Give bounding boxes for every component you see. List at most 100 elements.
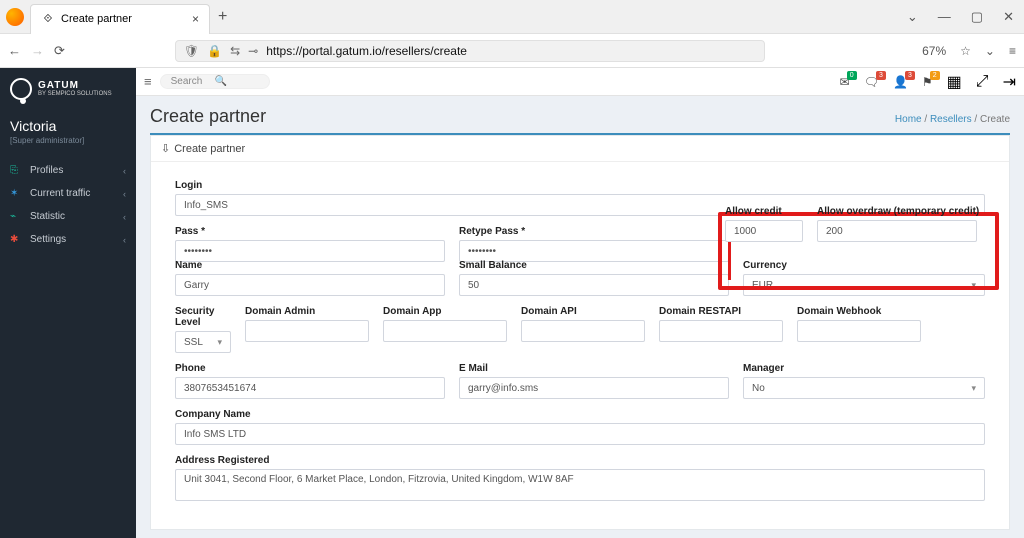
zoom-level[interactable]: 67%	[922, 44, 946, 58]
manager-select[interactable]: No	[743, 377, 985, 399]
smallbal-label: Small Balance	[459, 260, 729, 271]
company-label: Company Name	[175, 409, 985, 420]
security-label: Security Level	[175, 306, 231, 328]
sidebar-item-statistic[interactable]: ⌁ Statistic ‹	[0, 205, 136, 228]
toggle-icon: ⇆	[230, 44, 240, 58]
key-icon: ⊸	[248, 44, 258, 58]
chevron-left-icon: ‹	[123, 166, 126, 176]
domain-rest-label: Domain RESTAPI	[659, 306, 783, 317]
page-title: Create partner	[150, 106, 266, 127]
toolbar: ← → ⟳ 🛡 🔒 ⇆ ⊸ https://portal.gatum.io/re…	[0, 34, 1024, 68]
domain-api-label: Domain API	[521, 306, 645, 317]
domain-rest-input[interactable]	[659, 320, 783, 342]
manager-label: Manager	[743, 363, 985, 374]
crumb-resellers[interactable]: Resellers	[930, 114, 972, 125]
chevron-left-icon: ‹	[123, 235, 126, 245]
search-icon: 🔍	[215, 76, 259, 87]
address-bar[interactable]: 🛡 🔒 ⇆ ⊸ https://portal.gatum.io/reseller…	[175, 40, 765, 62]
chevron-left-icon: ‹	[123, 189, 126, 199]
tab-title: Create partner	[61, 13, 132, 25]
repass-input[interactable]: ••••••••	[459, 240, 729, 262]
tabs-dropdown-icon[interactable]: ⌄	[907, 9, 918, 25]
sidebar-item-profiles[interactable]: ⎘ Profiles ‹	[0, 159, 136, 182]
security-select[interactable]: SSL	[175, 331, 231, 353]
domain-webhook-label: Domain Webhook	[797, 306, 921, 317]
expand-icon[interactable]: ⤢	[976, 73, 989, 91]
domain-api-input[interactable]	[521, 320, 645, 342]
credit-input[interactable]: 1000	[725, 220, 803, 242]
lang-icon[interactable]: ▦	[947, 72, 962, 92]
brand: GATUM BY SEMPICO SOLUTIONS	[0, 68, 136, 106]
sidebar-role: [Super administrator]	[0, 136, 136, 159]
notif-envelope-icon[interactable]: ✉0	[840, 75, 850, 89]
email-label: E Mail	[459, 363, 729, 374]
sidebar-item-label: Settings	[30, 234, 66, 245]
currency-select[interactable]: EUR	[743, 274, 985, 296]
address-label: Address Registered	[175, 455, 985, 466]
page-header: Create partner Home / Resellers / Create	[136, 96, 1024, 133]
window-maximize[interactable]: ▢	[971, 9, 983, 25]
nav-back-icon[interactable]: ←	[8, 43, 21, 58]
new-tab-button[interactable]: +	[218, 8, 227, 26]
sidebar-item-settings[interactable]: ✱ Settings ‹	[0, 228, 136, 251]
url-text: https://portal.gatum.io/resellers/create	[266, 44, 467, 58]
bookmark-icon[interactable]: ☆	[960, 44, 971, 58]
domain-app-label: Domain App	[383, 306, 507, 317]
form-box: ⇩ Create partner Login Info_SMS Pass * •…	[150, 135, 1010, 530]
logout-icon[interactable]: ⇥	[1003, 72, 1016, 92]
brand-logo-icon	[10, 78, 32, 100]
notif-user-icon[interactable]: 👤3	[893, 75, 908, 89]
credit-label: Allow credit	[725, 206, 803, 217]
smallbal-input[interactable]: 50	[459, 274, 729, 296]
main: ≡ Search 🔍 ✉0 🗨3 👤3 ⚑2 ▦ ⤢ ⇥ Create part…	[136, 68, 1024, 538]
notif-chat-icon[interactable]: 🗨3	[864, 75, 879, 89]
download-icon: ⇩	[161, 142, 170, 155]
company-input[interactable]: Info SMS LTD	[175, 423, 985, 445]
name-input[interactable]: Garry	[175, 274, 445, 296]
domain-admin-input[interactable]	[245, 320, 369, 342]
chart-icon: ⌁	[10, 211, 24, 222]
browser-tab[interactable]: ⟐ Create partner ×	[30, 4, 210, 34]
brand-subtitle: BY SEMPICO SOLUTIONS	[38, 91, 112, 97]
sidebar-item-label: Statistic	[30, 211, 65, 222]
window-minimize[interactable]: ―	[938, 9, 951, 25]
pass-input[interactable]: ••••••••	[175, 240, 445, 262]
sidebar-item-label: Profiles	[30, 165, 63, 176]
sidebar: GATUM BY SEMPICO SOLUTIONS Victoria [Sup…	[0, 68, 136, 538]
sidebar-menu: ⎘ Profiles ‹ ✶ Current traffic ‹ ⌁ Stati…	[0, 159, 136, 251]
crumb-current: Create	[980, 114, 1010, 125]
address-textarea[interactable]: Unit 3041, Second Floor, 6 Market Place,…	[175, 469, 985, 501]
email-input[interactable]: garry@info.sms	[459, 377, 729, 399]
gear-icon: ✱	[10, 234, 24, 245]
form-body: Login Info_SMS Pass * •••••••• Retype Pa…	[151, 162, 1009, 529]
window-close[interactable]: ✕	[1003, 9, 1014, 25]
browser-chrome: ⟐ Create partner × + ⌄ ― ▢ ✕ ← → ⟳ 🛡 🔒 ⇆…	[0, 0, 1024, 68]
domain-webhook-input[interactable]	[797, 320, 921, 342]
pocket-icon[interactable]: ⌄	[985, 44, 995, 58]
overdraw-input[interactable]: 200	[817, 220, 977, 242]
domain-admin-label: Domain Admin	[245, 306, 369, 317]
nav-reload-icon[interactable]: ⟳	[54, 43, 65, 59]
tab-close-icon[interactable]: ×	[192, 12, 199, 26]
sidebar-user: Victoria	[0, 106, 136, 136]
sidebar-item-traffic[interactable]: ✶ Current traffic ‹	[0, 182, 136, 205]
phone-input[interactable]: 3807653451674	[175, 377, 445, 399]
topbar: ≡ Search 🔍 ✉0 🗨3 👤3 ⚑2 ▦ ⤢ ⇥	[136, 68, 1024, 96]
brand-title: GATUM	[38, 81, 112, 91]
crumb-home[interactable]: Home	[895, 114, 922, 125]
search-input[interactable]: Search 🔍	[160, 74, 270, 89]
breadcrumb: Home / Resellers / Create	[895, 114, 1010, 125]
domain-app-input[interactable]	[383, 320, 507, 342]
link-icon: ⎘	[10, 165, 24, 176]
box-header: ⇩ Create partner	[151, 136, 1009, 162]
menu-icon[interactable]: ≡	[1009, 44, 1016, 58]
tab-strip: ⟐ Create partner × + ⌄ ― ▢ ✕	[0, 0, 1024, 34]
shield-icon: 🛡	[184, 44, 199, 58]
hamburger-icon[interactable]: ≡	[144, 74, 152, 89]
chevron-left-icon: ‹	[123, 212, 126, 222]
notif-flag-icon[interactable]: ⚑2	[922, 75, 933, 89]
tab-favicon-icon: ⟐	[41, 12, 55, 26]
lock-icon: 🔒	[207, 44, 222, 58]
box-title: Create partner	[174, 143, 245, 155]
login-label: Login	[175, 180, 985, 191]
